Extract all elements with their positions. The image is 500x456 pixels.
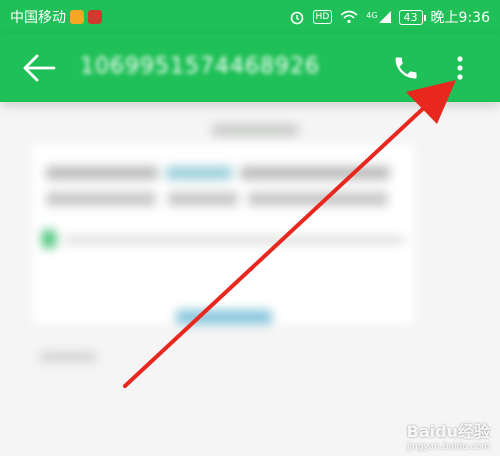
- battery-icon: 43: [398, 9, 426, 25]
- more-vert-icon[interactable]: [448, 52, 472, 84]
- message-text-line: [46, 192, 156, 206]
- baidu-watermark: Baidu经验 jingyan.baidu.com: [407, 418, 490, 452]
- timestamp-label: [40, 352, 96, 362]
- message-link-text: [166, 166, 232, 180]
- signal-icon: 4G: [366, 11, 391, 23]
- phone-number-title: 1069951574468926: [80, 54, 320, 79]
- shop-app-icon: [88, 10, 102, 24]
- network-type-label: 4G: [366, 11, 378, 20]
- phone-icon[interactable]: [392, 54, 420, 82]
- toolbar: 1069951574468926: [0, 34, 500, 102]
- message-content-blurred: [0, 102, 500, 456]
- hd-icon: HD: [312, 10, 333, 24]
- alarm-icon: [290, 11, 303, 25]
- message-text-line: [168, 192, 238, 206]
- clock: 晚上9:36: [430, 10, 490, 26]
- message-text-line: [46, 166, 158, 180]
- carrier-label: 中国移动: [10, 10, 66, 26]
- video-app-icon: [70, 10, 84, 24]
- message-text-line: [240, 166, 390, 180]
- verification-badge: [42, 230, 56, 248]
- status-bar: 中国移动 HD 4G 43 晚上9:36: [0, 0, 500, 34]
- message-action-button: [176, 310, 272, 324]
- battery-level: 43: [403, 10, 418, 24]
- status-bar-left: 中国移动: [10, 7, 102, 27]
- status-bar-right: HD 4G 43 晚上9:36: [289, 7, 490, 27]
- date-divider: [212, 124, 298, 136]
- watermark-url: jingyan.baidu.com: [406, 442, 490, 452]
- message-text-line: [248, 192, 388, 206]
- back-arrow-icon[interactable]: [22, 52, 56, 84]
- message-footer-line: [64, 236, 404, 244]
- wifi-icon: [340, 10, 358, 24]
- watermark-brand: Baidu经验: [406, 422, 490, 441]
